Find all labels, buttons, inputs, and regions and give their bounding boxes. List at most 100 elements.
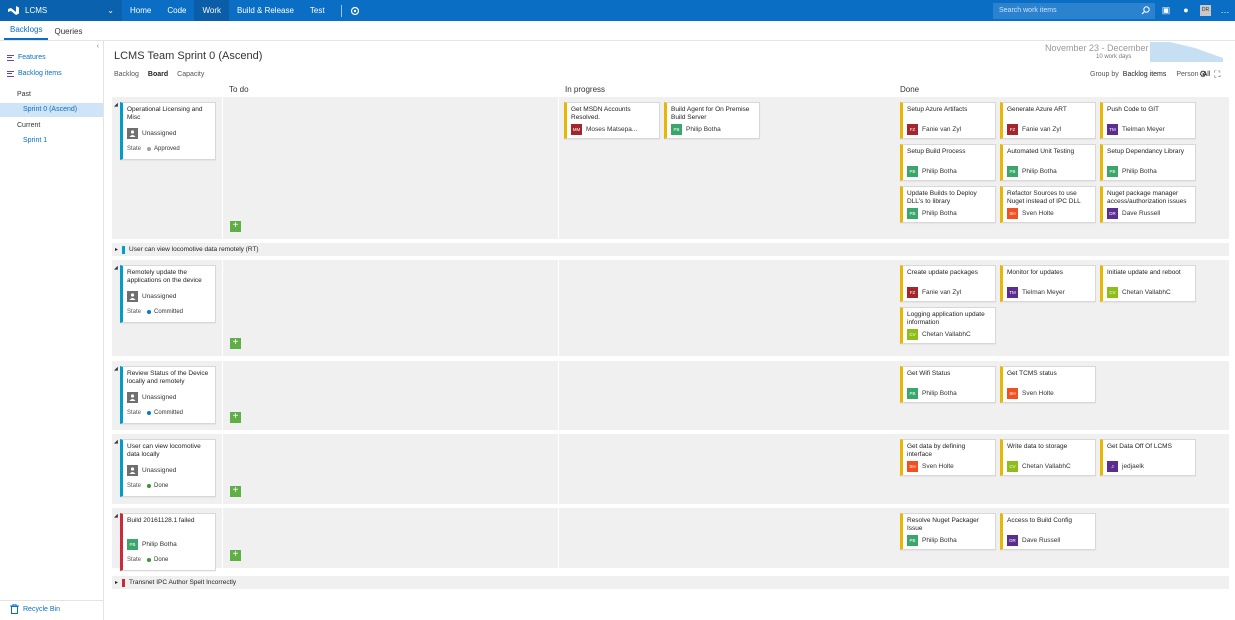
task-assignee[interactable]: SH Sven Holte (1007, 208, 1054, 219)
task-assignee[interactable]: TM Tielman Meyer (1007, 287, 1065, 298)
task-assignee[interactable]: FZ Fanie van Zyl (907, 287, 961, 298)
task-card[interactable]: Access to Build Config DR Dave Russell (1000, 513, 1096, 550)
backlog-item-assignee[interactable]: Unassigned (127, 128, 176, 139)
add-task-plus-icon[interactable]: + (230, 338, 241, 349)
task-card[interactable]: Setup Dependancy Library PB Philip Botha (1100, 144, 1196, 181)
expand-collapse-triangle-icon[interactable]: ◢ (114, 439, 118, 445)
task-assignee[interactable]: MM Moses Matsepa... (571, 124, 637, 135)
backlog-item-card[interactable]: Operational Licensing and Misc Unassigned… (120, 102, 216, 160)
task-assignee[interactable]: PB Philip Botha (907, 208, 957, 219)
add-task-plus-icon[interactable]: + (230, 550, 241, 561)
search-icon[interactable] (1141, 6, 1150, 15)
collapsed-swimlane[interactable]: ▸ Transnet IPC Author Spelt Incorrectly (112, 576, 1229, 589)
recycle-bin-link[interactable]: Recycle Bin (10, 604, 60, 614)
tab-home[interactable]: Home (122, 0, 159, 21)
task-card[interactable]: Setup Build Process PB Philip Botha (900, 144, 996, 181)
state-value[interactable]: Done (147, 482, 168, 490)
task-assignee[interactable]: PB Philip Botha (907, 535, 957, 546)
task-card[interactable]: Get data by defining interface SH Sven Hol… (900, 439, 996, 476)
more-options-icon[interactable]: … (1219, 4, 1231, 16)
backlog-item-card[interactable]: Remotely update the applications on the … (120, 265, 216, 323)
task-card[interactable]: Get Data Off Of LCMS Jjedjaelk (1100, 439, 1196, 476)
tab-queries[interactable]: Queries (48, 27, 88, 40)
task-assignee[interactable]: SH Sven Holte (907, 461, 954, 472)
task-card[interactable]: Get TCMS status SH Sven Holte (1000, 366, 1096, 403)
task-card[interactable]: Refactor Sources to use Nuget instead of… (1000, 186, 1096, 223)
settings-gear-icon[interactable]: ⚙ (1199, 69, 1207, 80)
task-card[interactable]: Monitor for updates TM Tielman Meyer (1000, 265, 1096, 302)
backlog-item-card[interactable]: Review Status of the Device locally and … (120, 366, 216, 424)
task-card[interactable]: Setup Azure Artifacts FZ Fanie van Zyl (900, 102, 996, 139)
expand-collapse-triangle-icon[interactable]: ◢ (114, 366, 118, 372)
task-card[interactable]: Get Wifi Status PB Philip Botha (900, 366, 996, 403)
expand-collapse-triangle-icon[interactable]: ◢ (114, 102, 118, 108)
task-assignee[interactable]: DR Dave Russell (1007, 535, 1060, 546)
task-assignee[interactable]: CV Chetan VallabhC (1007, 461, 1071, 472)
features-link[interactable]: Features (7, 54, 46, 61)
view-board[interactable]: Board (148, 71, 168, 78)
task-assignee[interactable]: PB Philip Botha (907, 388, 957, 399)
backlog-item-assignee[interactable]: Unassigned (127, 291, 176, 302)
task-card[interactable]: Nuget package manager access/authorizati… (1100, 186, 1196, 223)
add-task-plus-icon[interactable]: + (230, 221, 241, 232)
state-value[interactable]: Done (147, 556, 168, 564)
task-assignee[interactable]: SH Sven Holte (1007, 388, 1054, 399)
task-card[interactable]: Update Builds to Deploy DLL's to library… (900, 186, 996, 223)
search-work-items-input[interactable]: Search work items (993, 3, 1155, 19)
task-assignee[interactable]: FZ Fanie van Zyl (907, 124, 961, 135)
view-capacity[interactable]: Capacity (177, 71, 204, 78)
bug-card[interactable]: Build 20161128.1 failed PB Philip Botha Sta… (120, 513, 216, 571)
collapse-panel-chevron-icon[interactable]: ‹ (97, 43, 99, 50)
task-card[interactable]: Create update packages FZ Fanie van Zyl (900, 265, 996, 302)
expand-collapse-triangle-icon[interactable]: ◢ (114, 265, 118, 271)
group-by-value[interactable]: Backlog items (1123, 71, 1167, 78)
state-value[interactable]: Committed (147, 308, 183, 316)
settings-gear-icon[interactable] (350, 6, 360, 16)
expand-triangle-icon[interactable]: ▸ (115, 579, 118, 586)
backlog-item-assignee[interactable]: Unassigned (127, 465, 176, 476)
sprint-item-sprint-1[interactable]: Sprint 1 (0, 134, 103, 148)
user-avatar[interactable]: DR (1200, 4, 1211, 16)
task-assignee[interactable]: PB Philip Botha (671, 124, 721, 135)
task-card[interactable]: Get MSDN Accounts Resolved. MM Moses Matse… (564, 102, 660, 139)
sprint-item-sprint-0[interactable]: Sprint 0 (Ascend) (0, 103, 103, 117)
view-backlog[interactable]: Backlog (114, 71, 139, 78)
task-assignee[interactable]: Jjedjaelk (1107, 461, 1144, 472)
backlog-item-card[interactable]: User can view locomotive data locally Una… (120, 439, 216, 497)
tab-work[interactable]: Work (194, 0, 229, 21)
task-assignee[interactable]: CV Chetan VallabhC (907, 329, 971, 340)
add-task-plus-icon[interactable]: + (230, 486, 241, 497)
backlog-items-link[interactable]: Backlog items (7, 70, 62, 77)
expand-triangle-icon[interactable]: ▸ (115, 246, 118, 253)
collapsed-swimlane[interactable]: ▸ User can view locomotive data remotely … (112, 243, 1229, 256)
burndown-chart-thumbnail[interactable] (1150, 42, 1223, 62)
state-value[interactable]: Committed (147, 409, 183, 417)
task-assignee[interactable]: DR Dave Russell (1107, 208, 1160, 219)
tab-build-release[interactable]: Build & Release (229, 0, 302, 21)
tab-code[interactable]: Code (159, 0, 194, 21)
tab-test[interactable]: Test (302, 0, 333, 21)
tab-backlogs[interactable]: Backlogs (4, 25, 49, 40)
backlog-item-assignee[interactable]: Unassigned (127, 392, 176, 403)
task-assignee[interactable]: PB Philip Botha (907, 166, 957, 177)
task-assignee[interactable]: TM Tielman Meyer (1107, 124, 1165, 135)
state-value[interactable]: Approved (147, 145, 180, 153)
backlog-item-assignee[interactable]: PB Philip Botha (127, 539, 177, 550)
task-assignee[interactable]: PB Philip Botha (1107, 166, 1157, 177)
task-card[interactable]: Generate Azure ART FZ Fanie van Zyl (1000, 102, 1096, 139)
task-card[interactable]: Automated Unit Testing PB Philip Botha (1000, 144, 1096, 181)
marketplace-bag-icon[interactable]: ▣ (1160, 4, 1172, 16)
task-assignee[interactable]: CV Chetan VallabhC (1107, 287, 1171, 298)
task-card[interactable]: Resolve Nuget Packager Issue PB Philip Bot… (900, 513, 996, 550)
expand-collapse-triangle-icon[interactable]: ◢ (114, 513, 118, 519)
task-assignee[interactable]: FZ Fanie van Zyl (1007, 124, 1061, 135)
project-switcher[interactable]: LCMS ⌄ (0, 0, 122, 21)
task-card[interactable]: Logging application update information CV… (900, 307, 996, 344)
task-card[interactable]: Initiate update and reboot CV Chetan Valla… (1100, 265, 1196, 302)
fullscreen-icon[interactable]: ⛶ (1214, 69, 1220, 80)
task-card[interactable]: Build Agent for On Premise Build Server P… (664, 102, 760, 139)
task-card[interactable]: Push Code to GIT TM Tielman Meyer (1100, 102, 1196, 139)
task-card[interactable]: Write data to storage CV Chetan VallabhC (1000, 439, 1096, 476)
task-assignee[interactable]: PB Philip Botha (1007, 166, 1057, 177)
add-task-plus-icon[interactable]: + (230, 412, 241, 423)
